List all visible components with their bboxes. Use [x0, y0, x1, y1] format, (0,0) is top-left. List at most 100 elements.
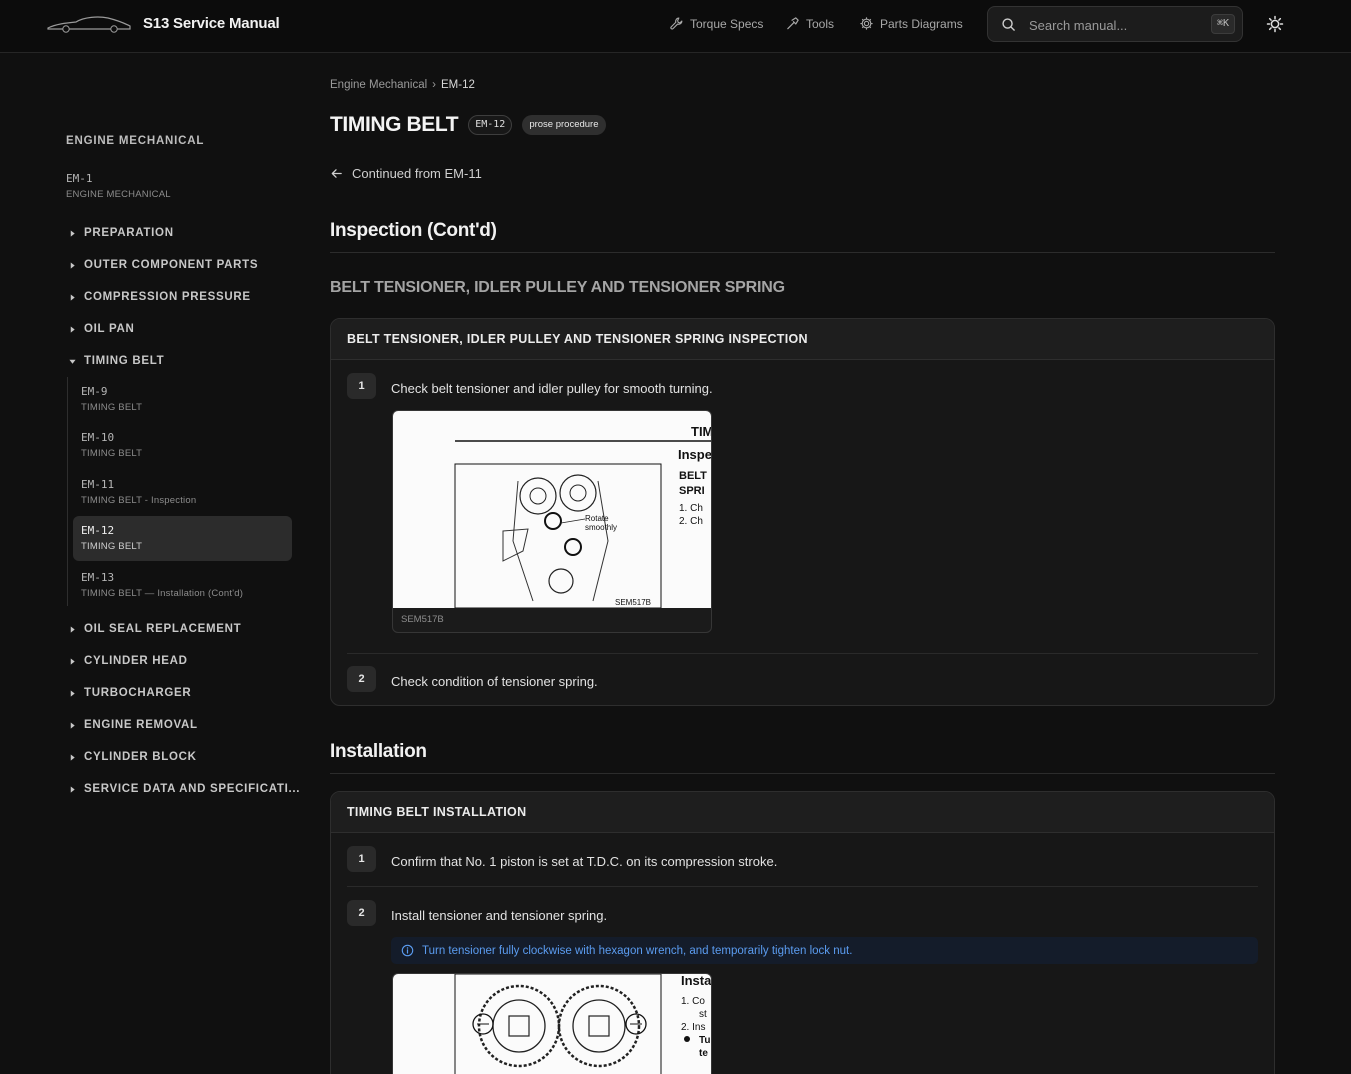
page-code: EM-11	[81, 478, 115, 491]
subsection-heading: BELT TENSIONER, IDLER PULLEY AND TENSION…	[330, 279, 785, 296]
continued-from-link[interactable]: Continued from EM-11	[330, 166, 482, 181]
page-subtitle: TIMING BELT	[81, 541, 143, 552]
section-label: SERVICE DATA AND SPECIFICATI...	[84, 783, 301, 795]
sidebar-section-engine-removal[interactable]: ENGINE REMOVAL	[66, 716, 198, 734]
page-code: EM-1	[66, 172, 93, 185]
sidebar-section-timing-belt[interactable]: TIMING BELT	[66, 352, 164, 370]
sidebar-section-oil-pan[interactable]: OIL PAN	[66, 320, 134, 338]
chevron-right-icon	[70, 721, 75, 729]
section-label: TURBOCHARGER	[84, 687, 192, 699]
nav-torque-specs[interactable]: Torque Specs	[669, 16, 763, 31]
sidebar-item-em-11[interactable]: EM-11 TIMING BELT - Inspection	[73, 470, 292, 515]
search-input[interactable]	[1029, 15, 1189, 35]
figure-side-text: Inspe	[678, 447, 711, 462]
section-label: COMPRESSION PRESSURE	[84, 291, 251, 303]
section-label: CYLINDER HEAD	[84, 655, 188, 667]
step-text: Confirm that No. 1 piston is set at T.D.…	[391, 854, 778, 869]
sidebar-section-cylinder-head[interactable]: CYLINDER HEAD	[66, 652, 188, 670]
sidebar-section-cylinder-block[interactable]: CYLINDER BLOCK	[66, 748, 197, 766]
figure-annotation: smoothly	[585, 523, 617, 532]
bullet-icon	[684, 1036, 690, 1042]
page-title: TIMING BELT	[330, 113, 459, 136]
page-code-badge: EM-12	[468, 115, 513, 135]
nav-parts-diagrams-label: Parts Diagrams	[880, 16, 963, 31]
search-shortcut-badge: ⌘K	[1210, 14, 1235, 34]
app-title[interactable]: S13 Service Manual	[143, 15, 280, 32]
diagram-image: Insta 1. Co st 2. Ins Tu te	[393, 974, 711, 1074]
sidebar-section-outer-component-parts[interactable]: OUTER COMPONENT PARTS	[66, 256, 258, 274]
procedure-card-installation: TIMING BELT INSTALLATION 1 Confirm that …	[330, 791, 1275, 1074]
sidebar-section-service-data[interactable]: SERVICE DATA AND SPECIFICATI...	[66, 780, 300, 798]
procedure-card-inspection: BELT TENSIONER, IDLER PULLEY AND TENSION…	[330, 318, 1275, 706]
sidebar-section-preparation[interactable]: PREPARATION	[66, 224, 174, 242]
section-label: OIL PAN	[84, 323, 135, 335]
breadcrumb-link[interactable]: Engine Mechanical	[330, 79, 427, 91]
figure-side-text: 1. Ch	[679, 503, 703, 514]
page-subtitle: TIMING BELT — Installation (Cont'd)	[81, 588, 244, 599]
procedure-card-title: TIMING BELT INSTALLATION	[331, 792, 1274, 833]
step-text: Install tensioner and tensioner spring.	[391, 908, 608, 923]
nav-parts-diagrams[interactable]: Parts Diagrams	[859, 16, 963, 31]
figure-side-text: 1. Co	[681, 996, 705, 1007]
sidebar-item-em-1[interactable]: EM-1 ENGINE MECHANICAL	[66, 172, 171, 200]
figure-side-text: SPRI	[679, 485, 705, 497]
chevron-right-icon	[70, 785, 75, 793]
figure-side-text: TIM	[691, 424, 711, 439]
page-subtitle: ENGINE MECHANICAL	[66, 189, 171, 200]
section-label: OIL SEAL REPLACEMENT	[84, 623, 242, 635]
sidebar-item-em-12[interactable]: EM-12 TIMING BELT	[73, 516, 292, 561]
step-text: Check belt tensioner and idler pulley fo…	[391, 381, 713, 396]
figure-side-text: 2. Ins	[681, 1022, 705, 1033]
chevron-right-icon	[70, 689, 75, 697]
sun-icon[interactable]	[1265, 14, 1285, 34]
step-number: 2	[347, 900, 376, 926]
figure[interactable]: Rotate smoothly SEM517B TIM Inspe BELT S…	[392, 410, 712, 633]
info-note-text: Turn tensioner fully clockwise with hexa…	[422, 944, 853, 957]
arrow-left-icon	[331, 169, 342, 178]
breadcrumb: Engine Mechanical › EM-12	[330, 79, 475, 91]
figure-side-text: BELT	[679, 470, 707, 482]
page-subtitle: TIMING BELT - Inspection	[81, 495, 197, 506]
engine-diagram-icon: Rotate smoothly SEM517B TIM Inspe BELT S…	[454, 424, 711, 608]
timing-gear-diagram-icon: Insta 1. Co st 2. Ins Tu te	[454, 974, 711, 1074]
chevron-right-icon	[70, 657, 75, 665]
sidebar-item-em-13[interactable]: EM-13 TIMING BELT — Installation (Cont'd…	[73, 563, 292, 608]
step-number: 1	[347, 373, 376, 399]
hammer-icon	[787, 17, 799, 30]
nav-tools[interactable]: Tools	[785, 16, 834, 31]
section-label: CYLINDER BLOCK	[84, 751, 197, 763]
car-logo-icon[interactable]	[46, 14, 132, 34]
step-divider	[347, 653, 1258, 654]
nav-tools-label: Tools	[806, 16, 835, 31]
info-icon	[401, 944, 414, 957]
figure-side-text: te	[699, 1048, 708, 1059]
section-label: TIMING BELT	[84, 355, 165, 367]
procedure-type-badge: prose procedure	[522, 115, 606, 135]
search-box[interactable]: ⌘K	[987, 6, 1243, 42]
chevron-right-icon	[70, 753, 75, 761]
title-row: TIMING BELT EM-12 prose procedure	[330, 112, 606, 138]
sidebar-section-turbocharger[interactable]: TURBOCHARGER	[66, 684, 191, 702]
sidebar-section-oil-seal-replacement[interactable]: OIL SEAL REPLACEMENT	[66, 620, 241, 638]
chevron-right-icon	[70, 625, 75, 633]
sidebar-section-compression-pressure[interactable]: COMPRESSION PRESSURE	[66, 288, 251, 306]
page-subtitle: TIMING BELT	[81, 448, 143, 459]
step-number: 1	[347, 846, 376, 872]
page-code: EM-13	[81, 571, 115, 584]
info-note: Turn tensioner fully clockwise with hexa…	[391, 937, 1258, 964]
sidebar-item-em-10[interactable]: EM-10 TIMING BELT	[73, 423, 292, 468]
section-heading-installation: Installation	[330, 741, 1275, 774]
sidebar-item-em-9[interactable]: EM-9 TIMING BELT	[73, 377, 292, 422]
diagram-image: Rotate smoothly SEM517B TIM Inspe BELT S…	[393, 411, 711, 608]
page-code: EM-12	[81, 524, 115, 537]
step-text: Check condition of tensioner spring.	[391, 674, 598, 689]
breadcrumb-separator: ›	[432, 79, 437, 91]
procedure-card-title: BELT TENSIONER, IDLER PULLEY AND TENSION…	[331, 319, 1274, 360]
continued-from-label: Continued from EM-11	[352, 166, 482, 181]
figure-side-text: Tu	[699, 1035, 710, 1046]
nav-torque-specs-label: Torque Specs	[690, 16, 764, 31]
sidebar-heading: ENGINE MECHANICAL	[66, 135, 205, 147]
section-heading-inspection: Inspection (Cont'd)	[330, 220, 1275, 253]
figure[interactable]: Insta 1. Co st 2. Ins Tu te	[392, 973, 712, 1074]
step-divider	[347, 886, 1258, 887]
